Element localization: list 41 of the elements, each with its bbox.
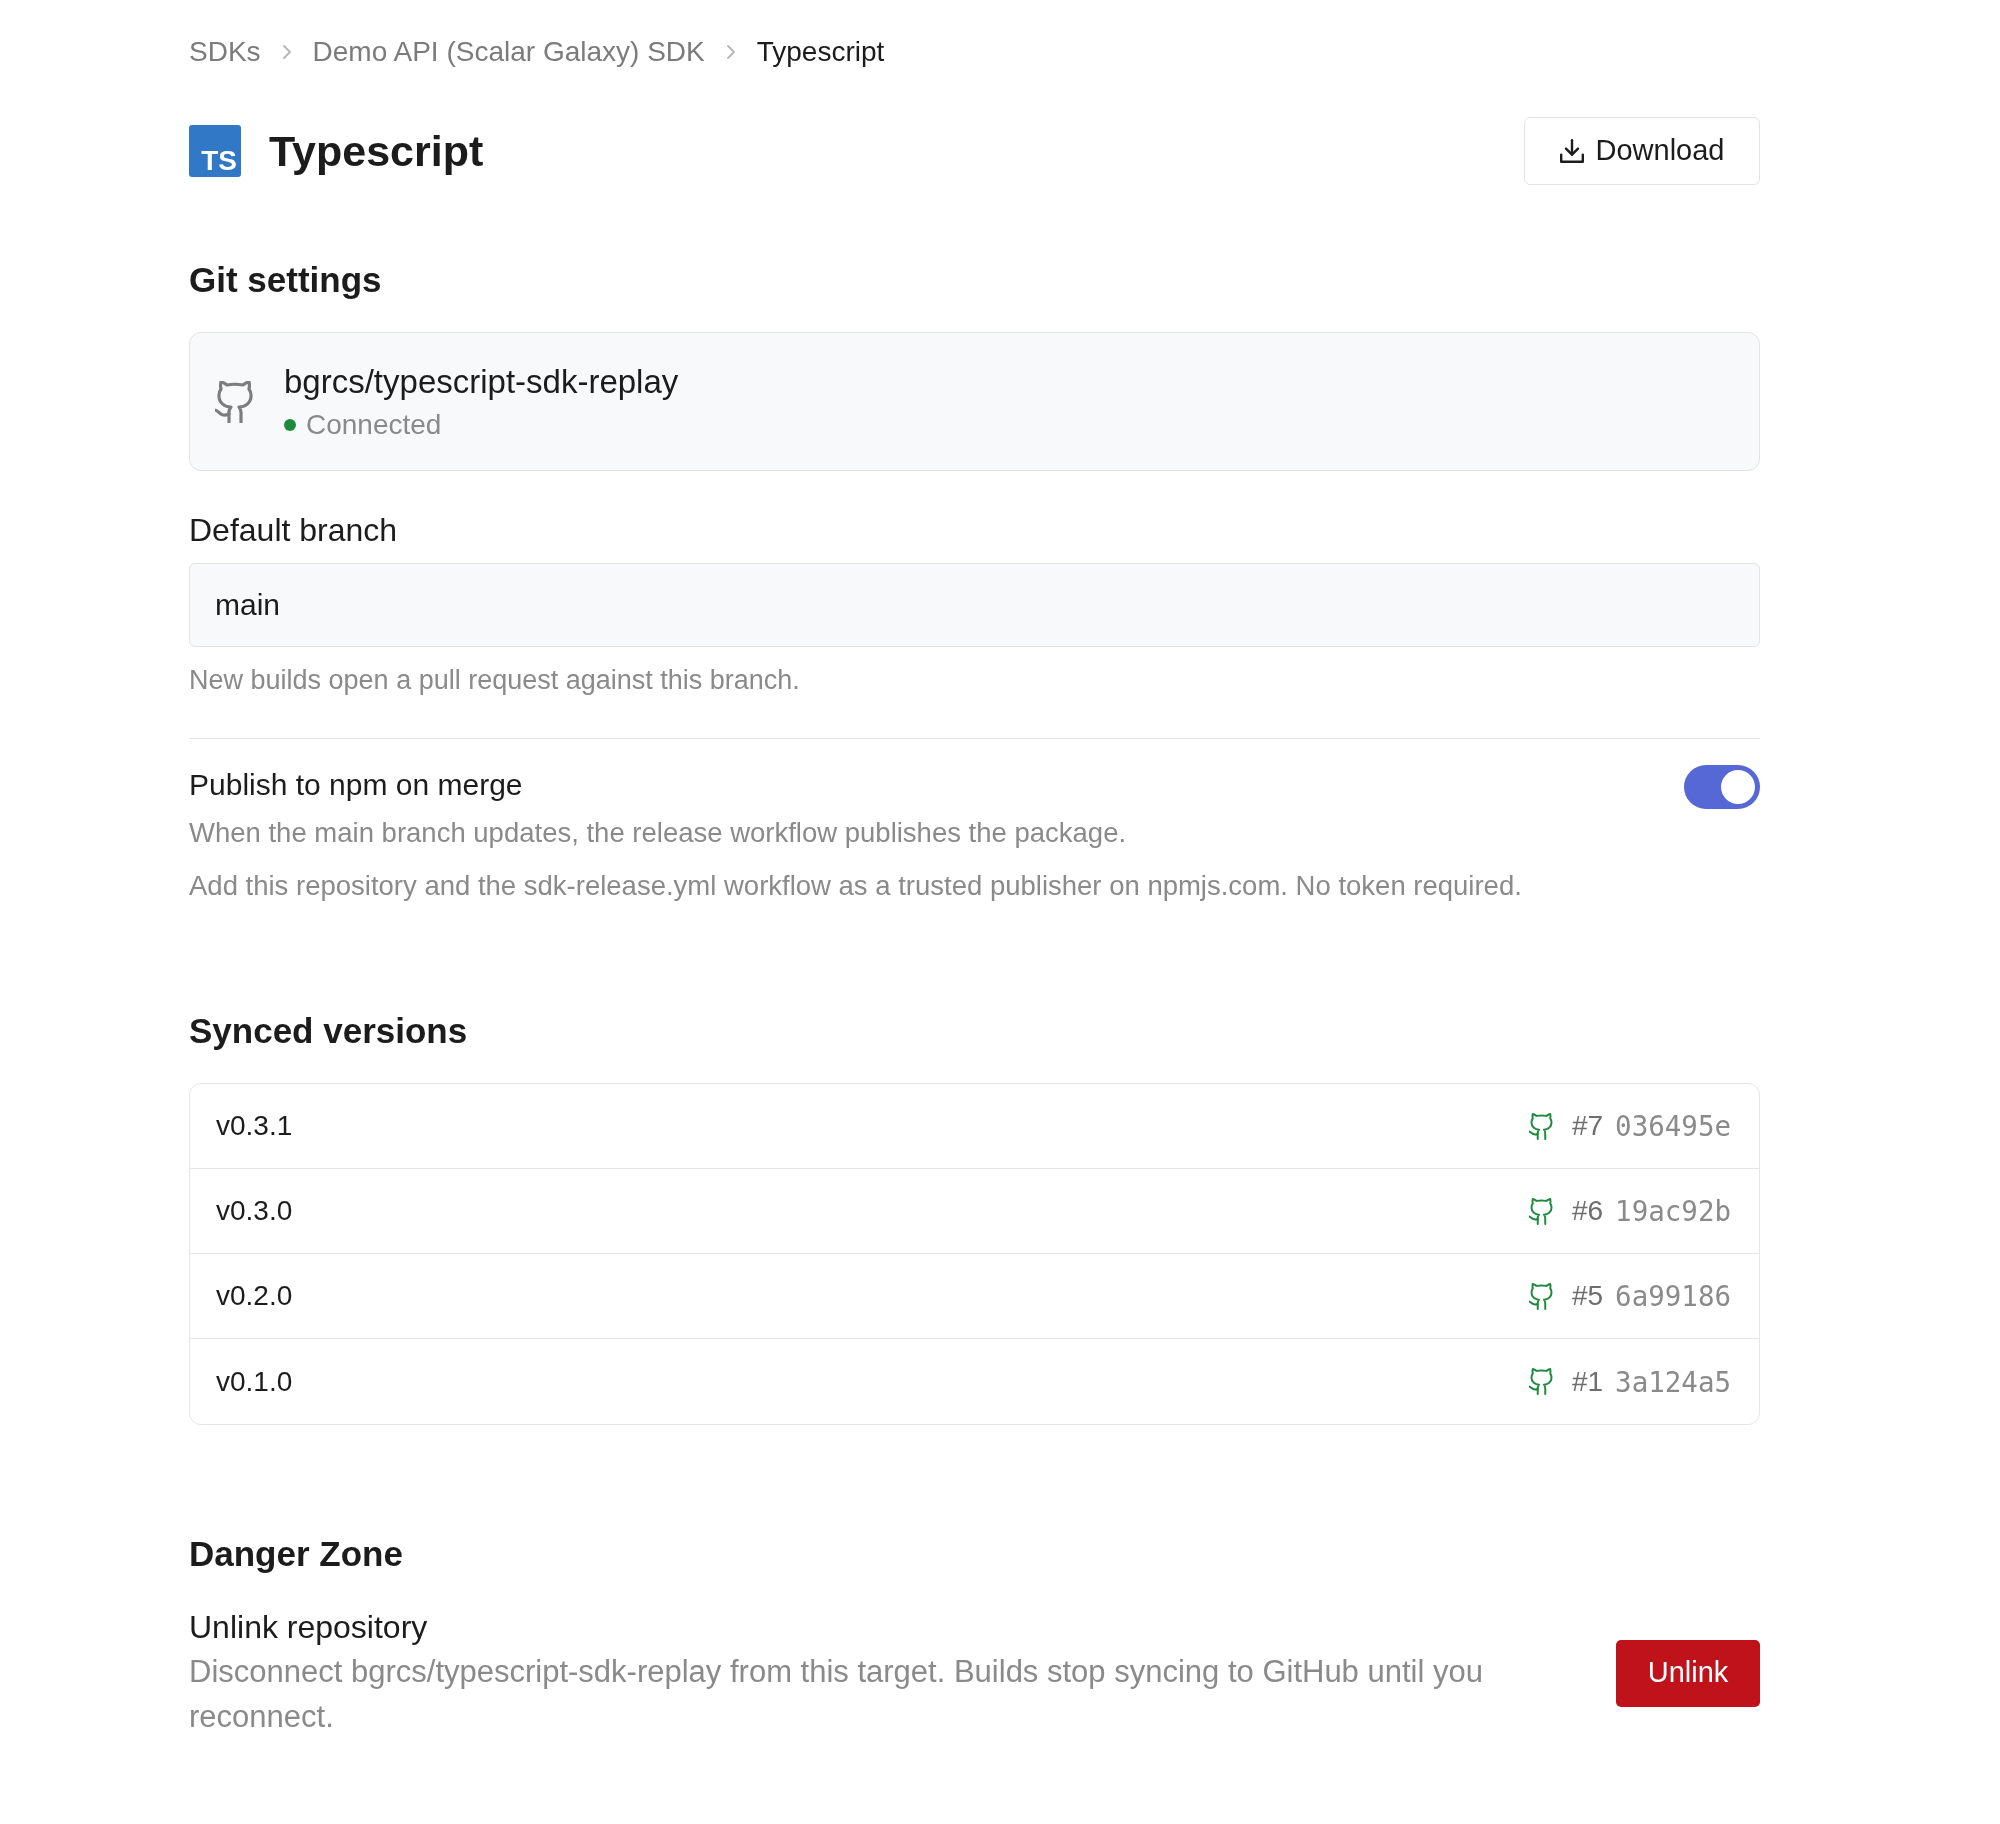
section-heading: Synced versions [189,1010,468,1052]
pull-request-link[interactable]: #5 [1571,1276,1604,1316]
setting-label: Publish to npm on merge [189,767,523,803]
branch-input-field[interactable]: main [189,563,1760,647]
version-label: v0.1.0 [216,1364,293,1399]
setting-label: Unlink repository [189,1608,428,1647]
download-icon [1559,139,1584,163]
publish-toggle[interactable] [1684,765,1760,809]
setting-note: Add this repository and the sdk-release.yml workflow as a trusted publisher on npmjs.com. No token required. [189,869,1522,903]
repository-name[interactable]: bgrcs/typescript-sdk-replay [284,360,679,403]
status-text: Connected [306,407,442,442]
github-cat-icon [1528,1368,1554,1395]
ts-logo: TS [189,125,241,177]
github-cat-icon [215,380,255,423]
version-label: v0.3.1 [216,1109,293,1143]
version-label: v0.3.0 [216,1194,293,1228]
commit-hash[interactable]: 19ac92b [1615,1191,1731,1231]
breadcrumb-link[interactable]: SDKs [189,33,261,71]
section-heading: Danger Zone [189,1533,403,1575]
breadcrumb-link[interactable]: Demo API (Scalar Galaxy) SDK [312,33,705,71]
pull-request-link[interactable]: #6 [1571,1191,1604,1231]
setting-description: When the main branch updates, the release workflow publishes the package. [189,816,1127,850]
chevron-right-icon [726,45,735,59]
commit-hash[interactable]: 036495e [1615,1106,1731,1146]
field-label: Default branch [189,511,398,550]
unlink-button[interactable]: Unlink [1616,1639,1760,1707]
section-heading: Git settings [189,259,382,301]
commit-hash[interactable]: 6a99186 [1615,1276,1731,1316]
field-hint: New builds open a pull request against this branch. [189,664,800,697]
page-title: Typescript [269,126,484,177]
version-label: v0.2.0 [216,1279,293,1313]
github-cat-icon [1528,1282,1554,1310]
github-cat-icon [1528,1112,1554,1140]
pull-request-link[interactable]: #1 [1571,1361,1604,1402]
github-cat-icon [1528,1197,1554,1225]
commit-hash[interactable]: 3a124a5 [1615,1361,1731,1402]
download-button[interactable]: Download [1524,117,1760,185]
chevron-right-icon [282,45,291,59]
setting-description: Disconnect bgrcs/typescript-sdk-replay from this target. Builds stop syncing to GitHub until you reconnect. [189,1653,1484,1736]
breadcrumb-current: Typescript [756,35,885,69]
pull-request-link[interactable]: #7 [1571,1106,1604,1146]
